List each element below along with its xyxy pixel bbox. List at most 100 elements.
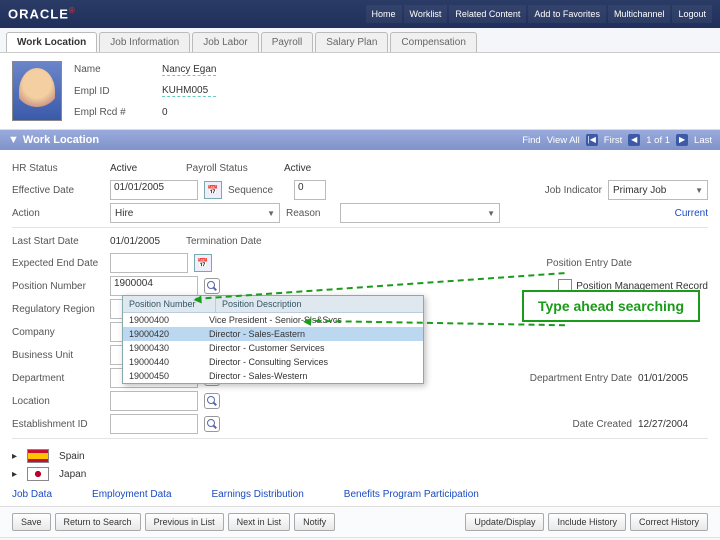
label-sequence: Sequence: [228, 185, 288, 196]
typeahead-dropdown: Position Number Position Description 190…: [122, 295, 424, 384]
label-payroll-status: Payroll Status: [186, 163, 278, 174]
save-button[interactable]: Save: [12, 513, 51, 531]
label-empid: Empl ID: [74, 86, 144, 97]
related-links: Job Data Employment Data Earnings Distri…: [0, 483, 720, 506]
next-in-list-button[interactable]: Next in List: [228, 513, 291, 531]
country-name: Spain: [59, 451, 85, 462]
notify-button[interactable]: Notify: [294, 513, 335, 531]
input-sequence[interactable]: 0: [294, 180, 326, 200]
label-expected-end: Expected End Date: [12, 258, 104, 269]
tab-job-labor[interactable]: Job Labor: [192, 32, 258, 52]
input-expected-end[interactable]: [110, 253, 188, 273]
value-dept-entry: 01/01/2005: [638, 373, 708, 384]
tab-salary-plan[interactable]: Salary Plan: [315, 32, 388, 52]
input-effective-date[interactable]: 01/01/2005: [110, 180, 198, 200]
label-position-number: Position Number: [12, 281, 104, 292]
update-display-button[interactable]: Update/Display: [465, 513, 544, 531]
label-reason: Reason: [286, 208, 334, 219]
action-buttons: Save Return to Search Previous in List N…: [0, 506, 720, 537]
select-job-indicator[interactable]: Primary Job▼: [608, 180, 708, 200]
label-position-entry: Position Entry Date: [522, 258, 632, 269]
value-empl-rcd: 0: [162, 107, 216, 118]
correct-history-button[interactable]: Correct History: [630, 513, 708, 531]
typeahead-option[interactable]: 19000430Director - Customer Services: [123, 341, 423, 355]
label-location: Location: [12, 396, 104, 407]
calendar-icon[interactable]: 📅: [194, 254, 212, 272]
tab-work-location[interactable]: Work Location: [6, 32, 97, 52]
value-name: Nancy Egan: [162, 64, 216, 76]
section-viewall[interactable]: View All: [547, 135, 580, 146]
nav-home[interactable]: Home: [366, 5, 402, 23]
typeahead-option[interactable]: 19000420Director - Sales-Eastern: [123, 327, 423, 341]
value-last-start: 01/01/2005: [110, 236, 180, 247]
tab-compensation[interactable]: Compensation: [390, 32, 476, 52]
nav-add-favorites[interactable]: Add to Favorites: [528, 5, 606, 23]
label-name: Name: [74, 64, 144, 75]
label-establishment: Establishment ID: [12, 419, 104, 430]
label-date-created: Date Created: [552, 419, 632, 430]
typeahead-option[interactable]: 19000400Vice President - Senior-Sls&Svcs: [123, 313, 423, 327]
label-termination: Termination Date: [186, 236, 286, 247]
oracle-logo: ORACLE®: [8, 6, 76, 21]
label-last-start: Last Start Date: [12, 236, 104, 247]
tab-job-information[interactable]: Job Information: [99, 32, 190, 52]
employee-photo: [12, 61, 62, 121]
value-date-created: 12/27/2004: [638, 419, 708, 430]
label-effective-date: Effective Date: [12, 185, 104, 196]
expand-icon[interactable]: ▸: [12, 451, 17, 462]
nav-related-content[interactable]: Related Content: [449, 5, 526, 23]
global-nav: Home Worklist Related Content Add to Fav…: [366, 5, 713, 23]
nav-worklist[interactable]: Worklist: [404, 5, 448, 23]
typeahead-option[interactable]: 19000450Director - Sales-Western: [123, 369, 423, 383]
lookup-icon[interactable]: [204, 393, 220, 409]
label-department: Department: [12, 373, 104, 384]
current-link[interactable]: Current: [675, 208, 708, 219]
collapse-icon[interactable]: ▼: [8, 134, 19, 146]
label-dept-entry: Department Entry Date: [502, 373, 632, 384]
nav-logout[interactable]: Logout: [672, 5, 712, 23]
link-employment-data[interactable]: Employment Data: [92, 489, 171, 500]
tab-payroll[interactable]: Payroll: [261, 32, 314, 52]
typeahead-col-description: Position Description: [216, 296, 308, 312]
link-benefits[interactable]: Benefits Program Participation: [344, 489, 479, 500]
section-work-location-header: ▼ Work Location Find View All |◀ First ◀…: [0, 130, 720, 150]
include-history-button[interactable]: Include History: [548, 513, 626, 531]
label-job-indicator: Job Indicator: [532, 185, 602, 196]
chevron-down-icon: ▼: [267, 209, 275, 218]
nav-next-icon[interactable]: ▶: [676, 134, 688, 146]
nav-first-icon[interactable]: |◀: [586, 134, 598, 146]
value-payroll-status: Active: [284, 163, 354, 174]
employee-header: Name Nancy Egan Empl ID KUHM005 Empl Rcd…: [0, 53, 720, 130]
link-job-data[interactable]: Job Data: [12, 489, 52, 500]
lookup-icon[interactable]: [204, 416, 220, 432]
flag-spain-icon: [27, 449, 49, 463]
nav-multichannel[interactable]: Multichannel: [608, 5, 671, 23]
calendar-icon[interactable]: 📅: [204, 181, 222, 199]
country-name: Japan: [59, 469, 86, 480]
label-empl-rcd: Empl Rcd #: [74, 107, 144, 118]
input-position-number[interactable]: 1900004: [110, 276, 198, 296]
country-row-spain[interactable]: ▸ Spain: [0, 447, 720, 465]
nav-prev-icon[interactable]: ◀: [628, 134, 640, 146]
link-earnings-dist[interactable]: Earnings Distribution: [212, 489, 304, 500]
section-last[interactable]: Last: [694, 135, 712, 146]
page-tabs: Work Location Job Information Job Labor …: [0, 28, 720, 53]
input-location[interactable]: [110, 391, 198, 411]
select-reason[interactable]: ▼: [340, 203, 500, 223]
typeahead-option[interactable]: 19000440Director - Consulting Services: [123, 355, 423, 369]
section-find[interactable]: Find: [522, 135, 540, 146]
lookup-icon[interactable]: [204, 278, 220, 294]
value-hr-status: Active: [110, 163, 180, 174]
label-business-unit: Business Unit: [12, 350, 104, 361]
prev-in-list-button[interactable]: Previous in List: [145, 513, 224, 531]
country-row-japan[interactable]: ▸ Japan: [0, 465, 720, 483]
annotation-typeahead: Type ahead searching: [522, 290, 700, 322]
section-first[interactable]: First: [604, 135, 622, 146]
select-action[interactable]: Hire▼: [110, 203, 280, 223]
label-reg-region: Regulatory Region: [12, 304, 104, 315]
expand-icon[interactable]: ▸: [12, 469, 17, 480]
section-rowcount: 1 of 1: [646, 135, 670, 146]
return-search-button[interactable]: Return to Search: [55, 513, 141, 531]
label-company: Company: [12, 327, 104, 338]
input-establishment[interactable]: [110, 414, 198, 434]
